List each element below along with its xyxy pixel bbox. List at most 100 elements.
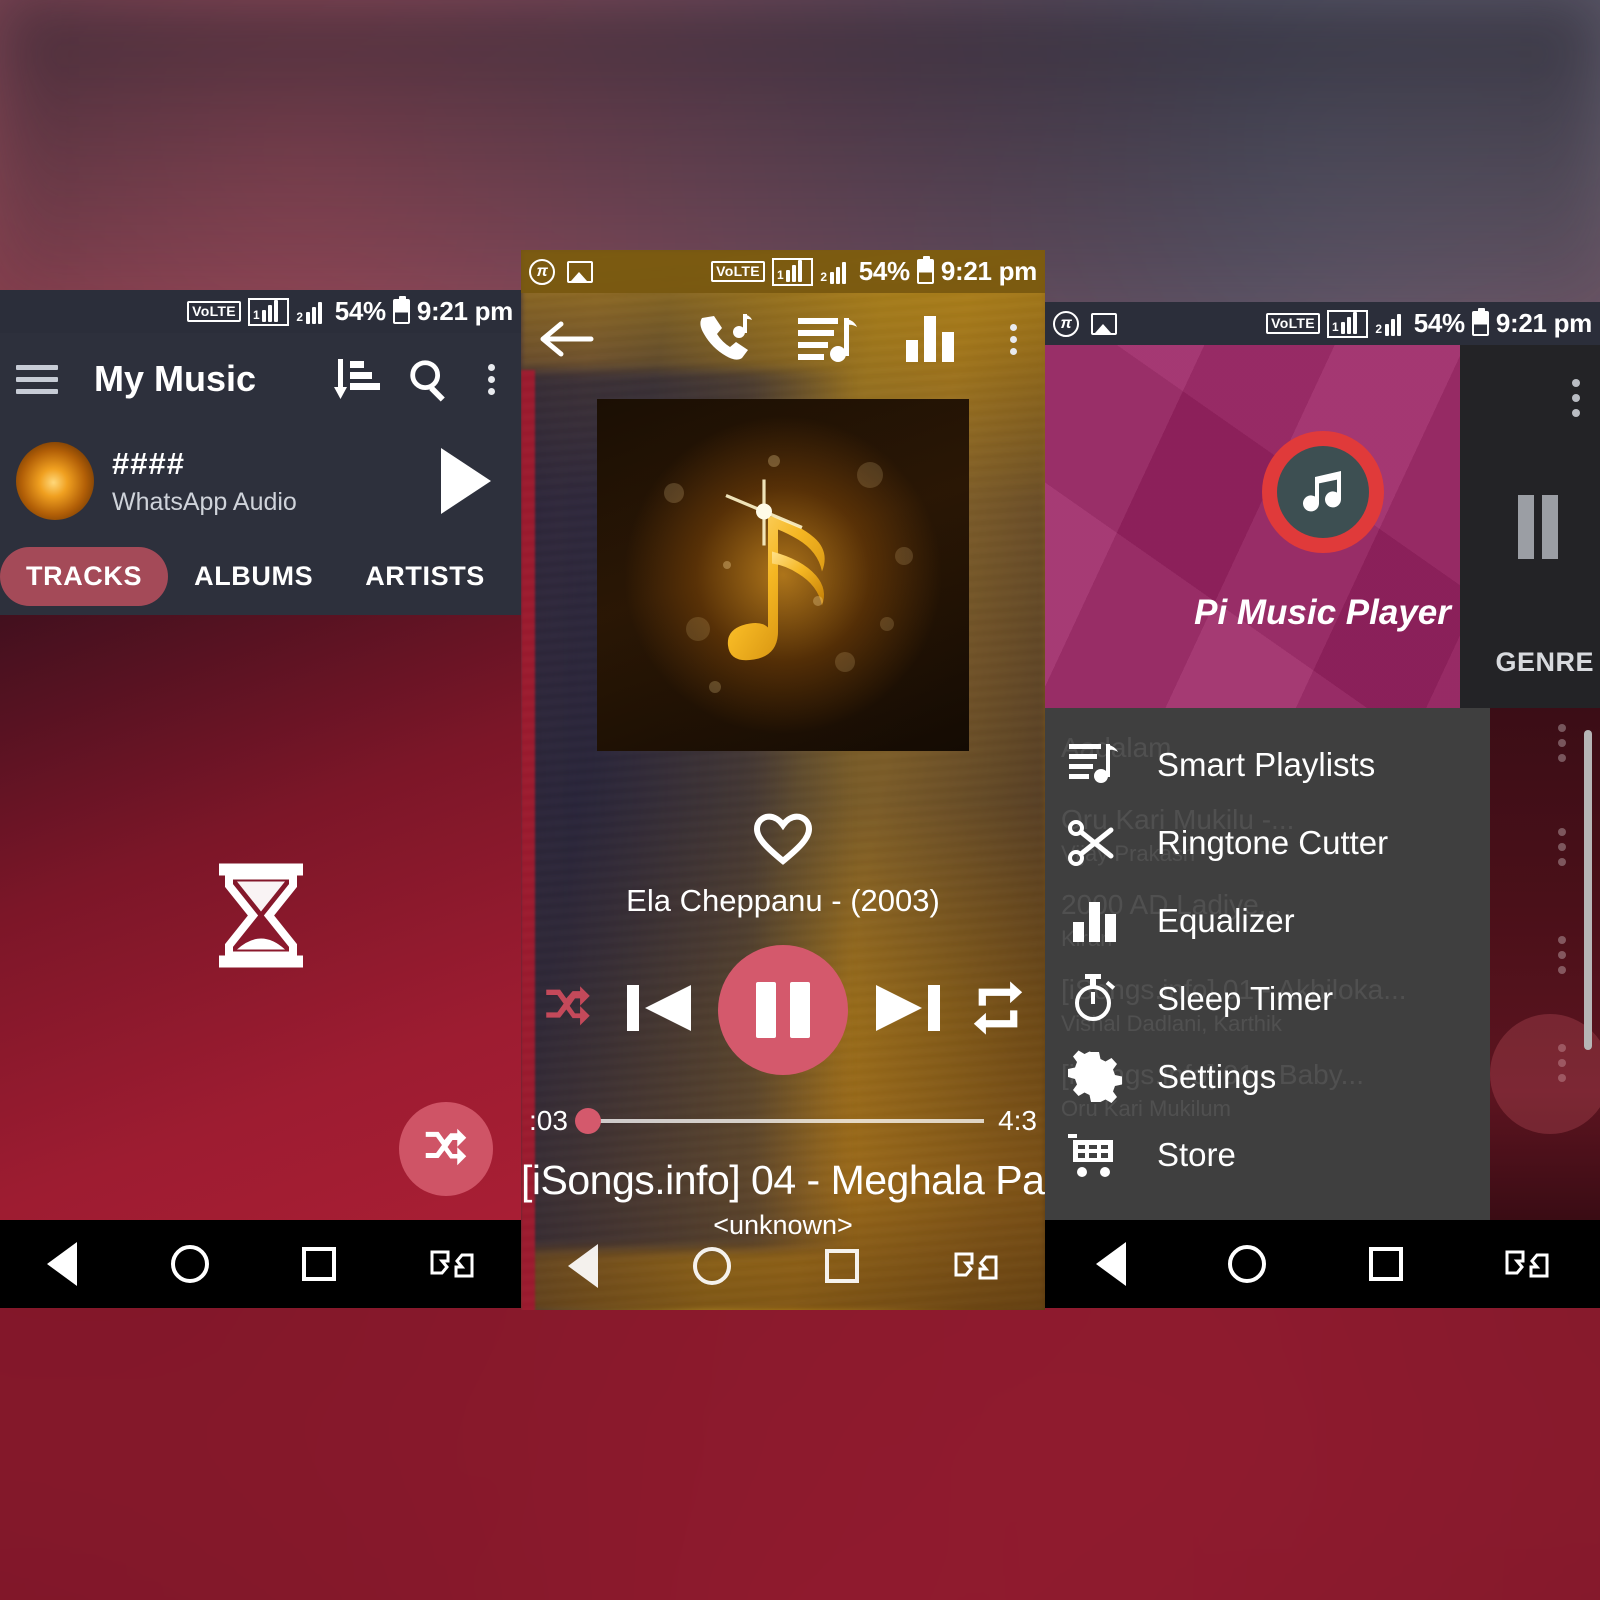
back-triangle-icon[interactable] — [46, 1242, 77, 1286]
navigation-drawer: Aadalam Oru Kari Mukilu -... Vijay Praka… — [1045, 708, 1600, 1220]
hamburger-icon[interactable] — [16, 364, 58, 394]
volte-badge: VoLTE — [187, 301, 241, 322]
drawer-menu-list: Smart Playlists Ringtone Cutter Equalize… — [1045, 708, 1600, 1194]
status-clock: 9:21 pm — [940, 256, 1037, 286]
hourglass-icon — [215, 861, 307, 974]
drawer-item-label: Smart Playlists — [1157, 746, 1376, 783]
skip-next-icon[interactable] — [872, 977, 944, 1044]
back-arrow-icon[interactable] — [539, 316, 595, 362]
sim1-number: 1 — [252, 307, 260, 322]
right-background-strip: GENRE — [1460, 345, 1600, 708]
drawer-scrollbar[interactable] — [1584, 730, 1592, 1050]
sim2-number: 2 — [296, 309, 303, 324]
play-icon[interactable] — [441, 448, 491, 514]
shopping-cart-icon — [1067, 1128, 1123, 1182]
sim1-signal-icon: 1 — [1326, 309, 1369, 338]
middle-android-nav-bar — [521, 1222, 1045, 1310]
now-playing-subtitle: WhatsApp Audio — [112, 487, 297, 516]
recents-square-icon[interactable] — [1368, 1247, 1403, 1281]
drawer-header: Pi Music Player GENRE — [1045, 345, 1600, 708]
status-clock: 9:21 pm — [1495, 308, 1592, 338]
skip-previous-icon[interactable] — [623, 977, 695, 1044]
drawer-item-smart-playlists[interactable]: Smart Playlists — [1045, 726, 1600, 804]
battery-percent: 54% — [334, 296, 386, 326]
sim1-signal-icon: 1 — [771, 257, 814, 286]
drawer-item-sleep-timer[interactable]: Sleep Timer — [1045, 960, 1600, 1038]
repeat-icon[interactable] — [967, 979, 1029, 1042]
sim2-signal-icon: 2 — [296, 300, 327, 324]
overflow-menu-icon[interactable] — [1000, 318, 1027, 361]
drawer-item-label: Sleep Timer — [1157, 980, 1334, 1017]
overflow-menu-icon[interactable] — [1572, 379, 1580, 417]
battery-icon — [392, 296, 410, 324]
page-title: My Music — [94, 358, 257, 399]
app-logo-inner — [1276, 446, 1369, 538]
timer-icon — [1067, 972, 1123, 1026]
left-now-playing-bar[interactable]: #### WhatsApp Audio — [0, 425, 521, 537]
multi-window-icon[interactable] — [430, 1246, 474, 1282]
recents-square-icon[interactable] — [302, 1247, 337, 1281]
shuffle-icon[interactable] — [537, 979, 599, 1042]
home-circle-icon[interactable] — [170, 1245, 209, 1283]
equalizer-icon[interactable] — [898, 310, 960, 368]
home-circle-icon[interactable] — [1228, 1245, 1267, 1283]
pause-button[interactable] — [718, 945, 848, 1075]
seek-thumb[interactable] — [574, 1108, 601, 1134]
volte-badge: VoLTE — [1266, 313, 1320, 334]
right-status-bar: π VoLTE 1 2 54% 9:21 pm — [1045, 302, 1600, 345]
phone-music-icon[interactable] — [694, 310, 756, 368]
seek-bar[interactable] — [574, 1108, 985, 1134]
drawer-item-store[interactable]: Store — [1045, 1116, 1600, 1194]
playlist-queue-icon[interactable] — [796, 310, 858, 368]
back-triangle-icon[interactable] — [1096, 1242, 1127, 1286]
battery-icon — [916, 256, 934, 284]
multi-window-icon[interactable] — [954, 1248, 998, 1284]
now-playing-meta: #### WhatsApp Audio — [112, 446, 297, 517]
sort-icon[interactable] — [332, 355, 380, 403]
search-icon[interactable] — [406, 356, 452, 402]
right-screenshot-panel: π VoLTE 1 2 54% 9:21 pm Pi Music Player — [1045, 302, 1600, 1308]
back-triangle-icon[interactable] — [568, 1244, 599, 1288]
total-time: 4:3 — [998, 1105, 1037, 1136]
left-app-bar-actions — [332, 355, 505, 403]
drawer-item-label: Store — [1157, 1136, 1236, 1173]
tab-artists[interactable]: ARTISTS — [339, 547, 511, 606]
drawer-item-equalizer[interactable]: Equalizer — [1045, 882, 1600, 960]
battery-percent: 54% — [858, 256, 910, 286]
home-circle-icon[interactable] — [692, 1247, 731, 1285]
volte-badge: VoLTE — [711, 261, 765, 282]
screenshot-notification-icon — [1091, 312, 1117, 335]
overflow-menu-icon[interactable] — [478, 358, 505, 401]
drawer-item-settings[interactable]: Settings — [1045, 1038, 1600, 1116]
scissors-icon — [1067, 816, 1123, 870]
app-name-label: Pi Music Player — [1194, 593, 1451, 632]
sim1-number: 1 — [1331, 319, 1339, 334]
recents-square-icon[interactable] — [825, 1249, 860, 1283]
album-art — [597, 399, 969, 751]
seek-row: :03 4:3 — [521, 1105, 1045, 1137]
left-content-area — [0, 615, 521, 1220]
shuffle-fab-button[interactable] — [399, 1102, 493, 1196]
left-screenshot-panel: VoLTE 1 2 54% 9:21 pm My Music #### What… — [0, 290, 521, 1308]
middle-app-bar — [521, 293, 1045, 385]
tab-albums[interactable]: ALBUMS — [168, 547, 339, 606]
tab-genres[interactable]: GENR — [511, 547, 521, 606]
tab-tracks[interactable]: TRACKS — [0, 546, 169, 606]
album-art-wrapper — [521, 399, 1045, 751]
battery-percent: 54% — [1413, 308, 1465, 338]
status-clock: 9:21 pm — [416, 296, 513, 326]
playback-controls — [521, 945, 1045, 1075]
sim1-number: 1 — [776, 267, 784, 282]
screenshot-notification-icon — [567, 260, 593, 283]
favorite-button[interactable] — [521, 813, 1045, 865]
elapsed-time: :03 — [529, 1105, 568, 1136]
drawer-item-label: Ringtone Cutter — [1157, 824, 1389, 861]
pi-notification-icon: π — [529, 258, 555, 285]
left-app-bar: My Music — [0, 333, 521, 425]
middle-app-bar-actions — [694, 310, 1027, 368]
drawer-item-ringtone-cutter[interactable]: Ringtone Cutter — [1045, 804, 1600, 882]
sim2-signal-icon: 2 — [820, 260, 851, 284]
sim1-signal-icon: 1 — [247, 297, 290, 326]
right-android-nav-bar — [1045, 1220, 1600, 1308]
multi-window-icon[interactable] — [1505, 1246, 1549, 1282]
